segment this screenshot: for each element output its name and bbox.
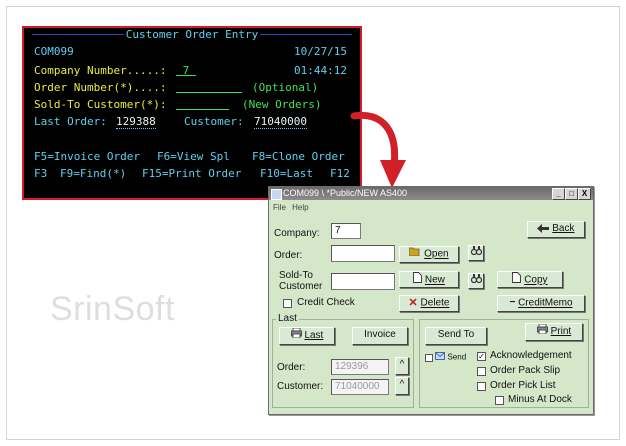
order-find-button[interactable] (468, 245, 484, 261)
terminal-fkey-f15: F15=Print Order (142, 167, 242, 180)
folder-open-icon (408, 247, 421, 261)
mail-icon (435, 352, 446, 363)
terminal-customer-value: 71040000 (254, 115, 307, 129)
terminal-program: COM099 (34, 45, 74, 58)
menu-file[interactable]: File (273, 203, 286, 212)
new-document-icon (413, 272, 423, 288)
send-label: Send (447, 352, 467, 362)
printer-icon (536, 323, 548, 339)
delete-x-icon: ✕ (408, 297, 418, 309)
minimize-button[interactable]: _ (552, 188, 565, 200)
order-pack-slip-checkbox[interactable] (477, 367, 486, 376)
menu-help[interactable]: Help (292, 203, 308, 212)
last-customer-label: Customer: (277, 381, 324, 392)
copy-document-icon (512, 272, 522, 288)
terminal-date: 10/27/15 (294, 45, 347, 58)
order-entry-window: COM099 \ *Public/NEW AS400 _ □ X File He… (268, 186, 594, 415)
soldto-find-button[interactable] (468, 273, 484, 289)
company-label: Company: (274, 228, 320, 239)
credit-memo-button[interactable]: − CreditMemo (497, 295, 585, 312)
terminal-fkey-f8: F8=Clone Order (252, 150, 345, 163)
last-customer-spin-button[interactable]: ^ (395, 377, 409, 395)
binoculars-icon (470, 246, 482, 261)
last-button[interactable]: Last (279, 327, 335, 345)
last-order-spin-button[interactable]: ^ (395, 357, 409, 375)
soldto-label: Sold-To Customer (279, 270, 323, 292)
acknowledgement-checkbox[interactable]: ✓ (477, 352, 486, 361)
terminal-soldto-input[interactable] (176, 98, 229, 111)
window-titlebar[interactable]: COM099 \ *Public/NEW AS400 _ □ X (269, 187, 593, 200)
credit-check-checkbox[interactable] (283, 299, 292, 308)
terminal-order-input[interactable] (176, 81, 242, 94)
terminal-company-label: Company Number.....: (34, 64, 167, 77)
app-icon (271, 189, 282, 200)
terminal-fkey-f9: F9=Find(*) (60, 167, 127, 180)
terminal-time: 01:44:12 (294, 64, 347, 77)
soldto-field[interactable] (331, 273, 395, 290)
printer-icon (290, 327, 302, 343)
green-screen-terminal: Customer Order Entry COM099 10/27/15 Com… (22, 26, 362, 200)
close-button[interactable]: X (578, 188, 591, 200)
acknowledgement-label: Acknowledgement (490, 350, 572, 361)
terminal-order-label: Order Number(*)....: (34, 81, 167, 94)
print-button[interactable]: Print (525, 323, 583, 341)
send-option[interactable]: Send (425, 352, 466, 363)
last-customer-field: 71040000 (331, 379, 389, 395)
terminal-fkey-f3: F3 (34, 167, 48, 180)
send-checkbox[interactable] (425, 353, 433, 362)
terminal-soldto-label: Sold-To Customer(*): (34, 98, 167, 111)
terminal-soldto-hint: (New Orders) (242, 98, 322, 111)
menu-bar: File Help (269, 201, 593, 214)
curved-arrow-icon (350, 111, 406, 188)
terminal-customer-label: Customer: (184, 115, 244, 128)
send-to-button[interactable]: Send To (425, 327, 487, 345)
last-group-label: Last (276, 313, 299, 324)
back-button[interactable]: Back (527, 221, 585, 238)
terminal-fkey-f5: F5=Invoice Order (34, 150, 140, 163)
minus-at-dock-checkbox[interactable] (495, 396, 504, 405)
back-arrow-icon (537, 223, 550, 233)
maximize-button[interactable]: □ (565, 188, 578, 200)
terminal-fkey-f10: F10=Last (260, 167, 313, 180)
order-pack-slip-label: Order Pack Slip (490, 365, 561, 376)
company-field[interactable]: 7 (331, 223, 361, 239)
binoculars-icon (470, 274, 482, 289)
terminal-title: Customer Order Entry (123, 28, 261, 41)
terminal-fkey-f6: F6=View Spl (157, 150, 230, 163)
order-pick-list-label: Order Pick List (490, 380, 556, 391)
delete-button[interactable]: ✕ Delete (399, 295, 459, 312)
last-order-field: 129396 (331, 359, 389, 375)
order-label: Order: (274, 250, 303, 261)
terminal-order-hint: (Optional) (252, 81, 319, 94)
last-order-label: Order: (277, 362, 306, 373)
watermark-logo: SrinSoft (50, 290, 175, 328)
order-pick-list-checkbox[interactable] (477, 382, 486, 391)
minus-icon: − (509, 297, 516, 308)
window-title: COM099 \ *Public/NEW AS400 (283, 188, 408, 198)
minus-at-dock-label: Minus At Dock (508, 394, 572, 405)
order-field[interactable] (331, 245, 395, 262)
terminal-last-order-value: 129388 (116, 115, 156, 129)
terminal-last-order-label: Last Order: (34, 115, 107, 128)
terminal-company-input[interactable]: 7 (176, 64, 196, 77)
copy-button[interactable]: Copy (497, 271, 563, 288)
terminal-fkey-f12: F12 (330, 167, 350, 180)
credit-check-label: Credit Check (297, 297, 355, 308)
open-button[interactable]: Open (399, 246, 459, 263)
new-button[interactable]: New (399, 271, 459, 288)
invoice-button[interactable]: Invoice (352, 327, 408, 345)
